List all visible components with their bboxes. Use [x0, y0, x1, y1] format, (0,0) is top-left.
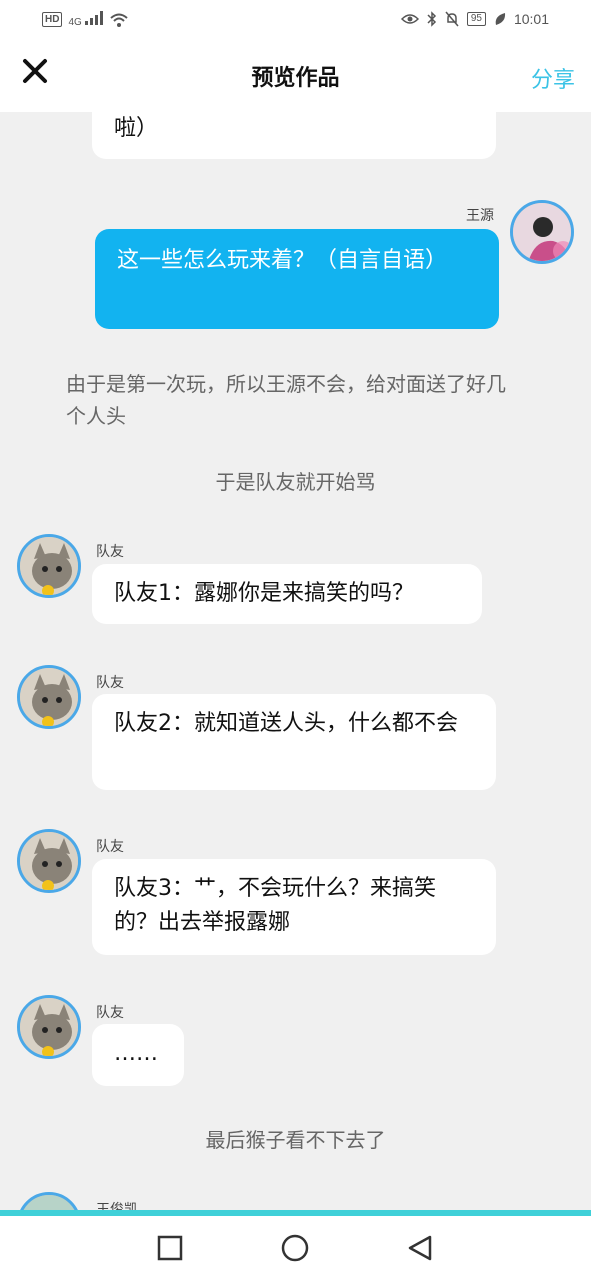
sender-name: 队友 — [96, 839, 124, 855]
top-app-bar: 预览作品 分享 — [0, 40, 591, 112]
narration-text: 于是队友就开始骂 — [215, 470, 376, 494]
status-bar: HD 4G 95 10:01 — [0, 0, 591, 40]
page-title: 预览作品 — [251, 66, 340, 91]
home-icon[interactable] — [281, 1234, 309, 1262]
message-text: 这一些怎么玩来着？（自言自语） — [117, 248, 448, 273]
sender-name: 队友 — [96, 544, 124, 560]
narration-text: 最后猴子看不下去了 — [205, 1128, 386, 1152]
signal-icon: 4G — [68, 11, 103, 28]
recents-icon[interactable] — [156, 1234, 184, 1262]
leaf-icon — [495, 13, 506, 25]
message-text: 队友1：露娜你是来搞笑的吗？ — [114, 581, 414, 606]
avatar[interactable] — [17, 1192, 81, 1210]
message-bubble: 队友1：露娜你是来搞笑的吗？ — [92, 564, 482, 624]
mute-bell-icon — [445, 11, 459, 27]
avatar[interactable] — [17, 665, 81, 729]
avatar[interactable] — [510, 200, 574, 264]
message-text: 队友2：就知道送人头，什么都不会 — [114, 711, 458, 736]
avatar[interactable] — [17, 829, 81, 893]
message-bubble: 这一些怎么玩来着？（自言自语） — [95, 229, 499, 329]
narration-text: 由于是第一次玩，所以王源不会，给对面送了好几个人头 — [66, 372, 506, 428]
avatar[interactable] — [17, 534, 81, 598]
message-bubble: 啦） — [92, 112, 496, 159]
back-icon[interactable] — [406, 1234, 434, 1262]
system-nav-bar — [0, 1216, 591, 1280]
battery-icon: 95 — [466, 12, 486, 26]
avatar[interactable] — [17, 995, 81, 1059]
message-bubble: …… — [92, 1024, 184, 1086]
clock: 10:01 — [513, 11, 549, 27]
bluetooth-icon — [427, 11, 436, 27]
eye-icon — [400, 14, 419, 24]
message-text: 啦） — [114, 116, 159, 141]
message-text: …… — [114, 1041, 158, 1066]
sender-name: 王俊凯 — [96, 1202, 138, 1210]
wifi-icon — [109, 13, 128, 27]
message-text: 队友3：艹，不会玩什么？来搞笑的？出去举报露娜 — [114, 876, 436, 935]
sender-name: 王源 — [466, 208, 494, 224]
chat-preview[interactable]: 啦） 王源 这一些怎么玩来着？（自言自语） 由于是第一次玩，所以王源不会，给对面… — [0, 112, 591, 1210]
sender-name: 队友 — [96, 675, 124, 691]
message-bubble: 队友2：就知道送人头，什么都不会 — [92, 694, 496, 790]
message-bubble: 队友3：艹，不会玩什么？来搞笑的？出去举报露娜 — [92, 859, 496, 955]
hd-badge: HD — [42, 12, 63, 27]
sender-name: 队友 — [96, 1005, 124, 1021]
share-button[interactable]: 分享 — [531, 62, 575, 94]
